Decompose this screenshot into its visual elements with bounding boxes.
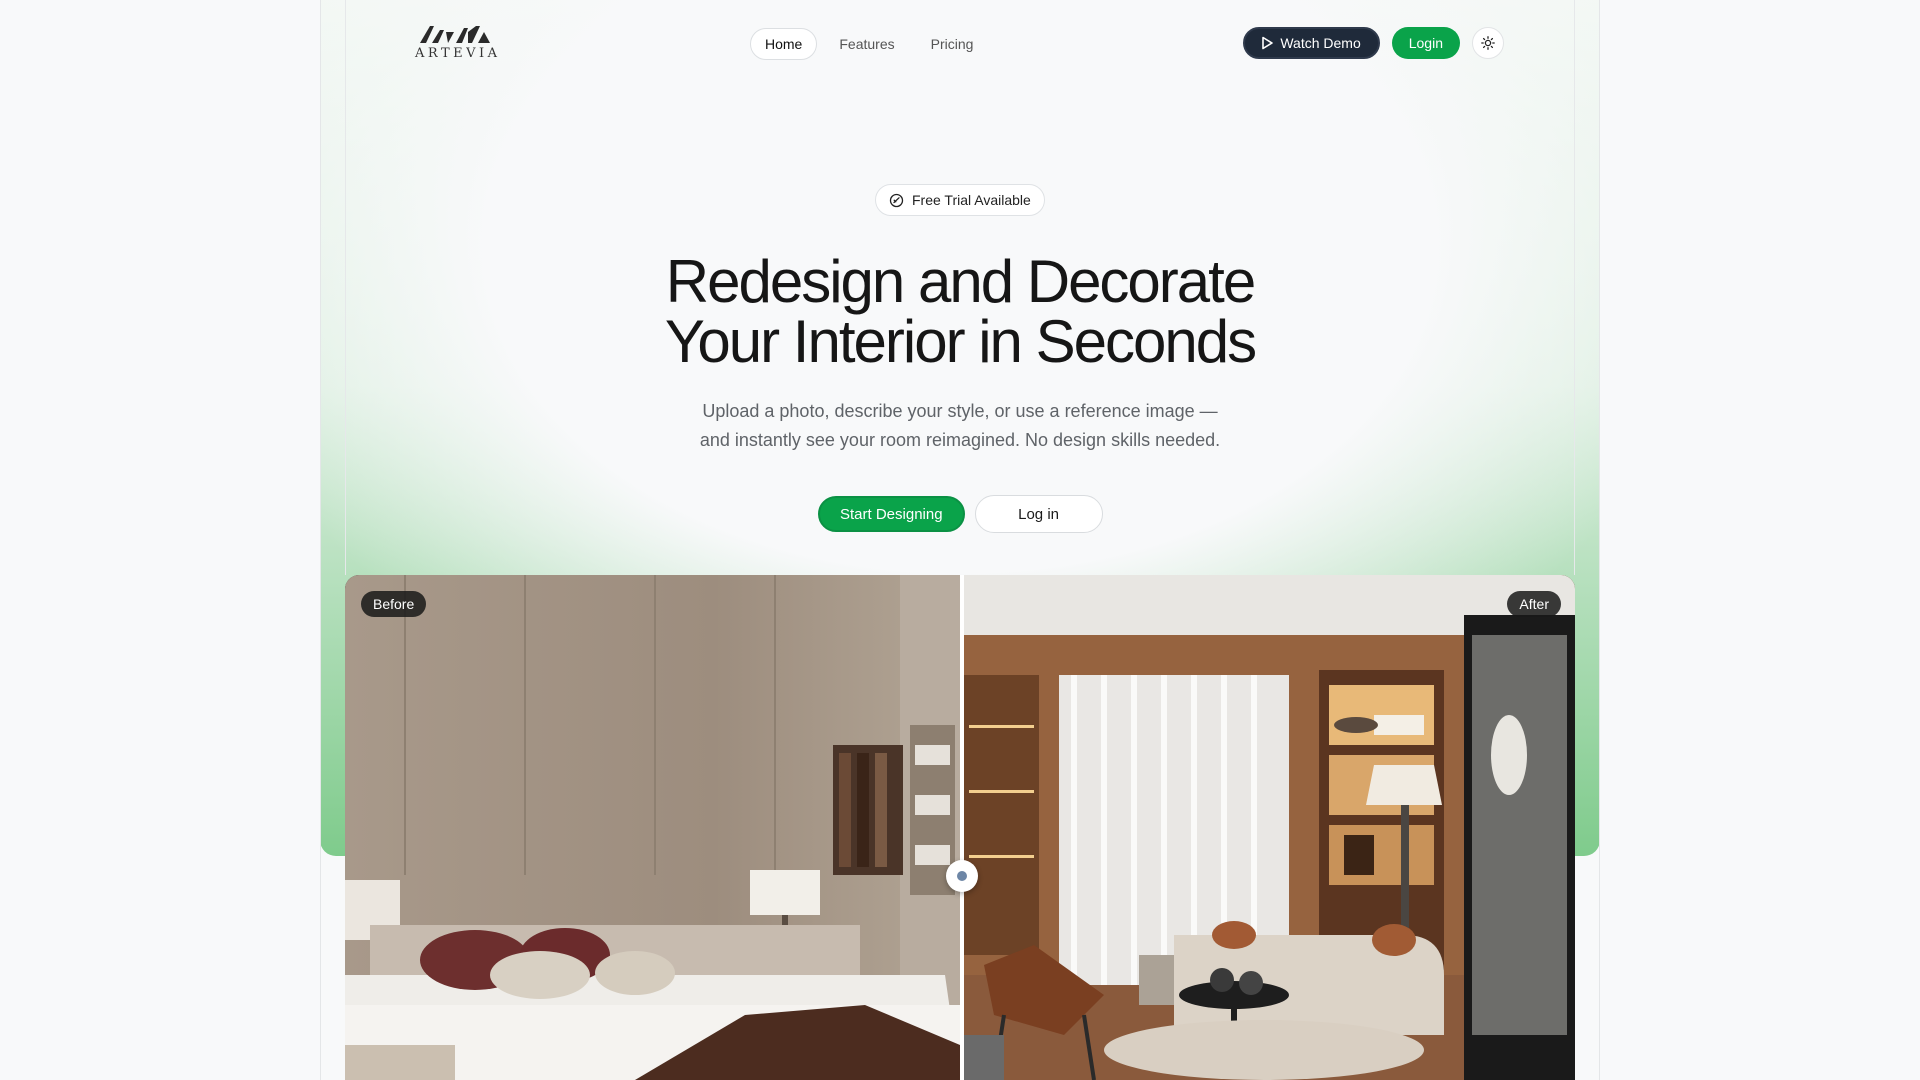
theme-toggle-button[interactable]	[1472, 27, 1504, 59]
before-bedroom-illustration	[345, 575, 960, 1080]
after-image	[964, 575, 1575, 1080]
nav-item-pricing[interactable]: Pricing	[917, 29, 988, 59]
sun-icon	[1481, 36, 1495, 50]
free-trial-badge: Free Trial Available	[875, 184, 1045, 216]
start-designing-button[interactable]: Start Designing	[818, 496, 965, 532]
hero-cta-row: Start Designing Log in	[818, 495, 1103, 533]
frame-border-left	[320, 0, 321, 1080]
subtext-line-2: and instantly see your room reimagined. …	[699, 430, 1221, 450]
brand-logo[interactable]: ARTEVIA	[415, 24, 501, 66]
brand-wordmark: ARTEVIA	[415, 46, 501, 61]
hero-login-button[interactable]: Log in	[974, 495, 1103, 533]
before-after-comparison[interactable]: Before After	[345, 575, 1575, 1080]
headline-line-2: Your Interior in Seconds	[664, 308, 1257, 375]
watch-demo-button[interactable]: Watch Demo	[1243, 27, 1380, 59]
nav-item-home[interactable]: Home	[750, 28, 818, 60]
nav-item-features[interactable]: Features	[825, 29, 908, 59]
before-image	[345, 575, 960, 1080]
play-icon	[1262, 36, 1274, 50]
hero-headline: Redesign and Decorate Your Interior in S…	[560, 252, 1360, 372]
hero-subtext: Upload a photo, describe your style, or …	[660, 397, 1260, 455]
subtext-line-1: Upload a photo, describe your style, or …	[702, 401, 1218, 421]
headline-line-1: Redesign and Decorate	[665, 248, 1256, 315]
after-label: After	[1507, 591, 1561, 617]
comparison-divider[interactable]	[960, 575, 964, 1080]
header-actions: Watch Demo Login	[1243, 27, 1504, 59]
badge-check-icon	[889, 193, 904, 207]
artevia-mark-icon	[420, 26, 490, 43]
main-nav: Home Features Pricing	[750, 28, 987, 60]
free-trial-label: Free Trial Available	[912, 192, 1031, 208]
after-living-room-illustration	[964, 575, 1575, 1080]
before-label: Before	[361, 591, 427, 617]
watch-demo-label: Watch Demo	[1280, 35, 1361, 51]
login-button[interactable]: Login	[1391, 27, 1460, 59]
frame-border-right	[1599, 0, 1600, 1080]
comparison-drag-handle[interactable]	[946, 860, 978, 892]
